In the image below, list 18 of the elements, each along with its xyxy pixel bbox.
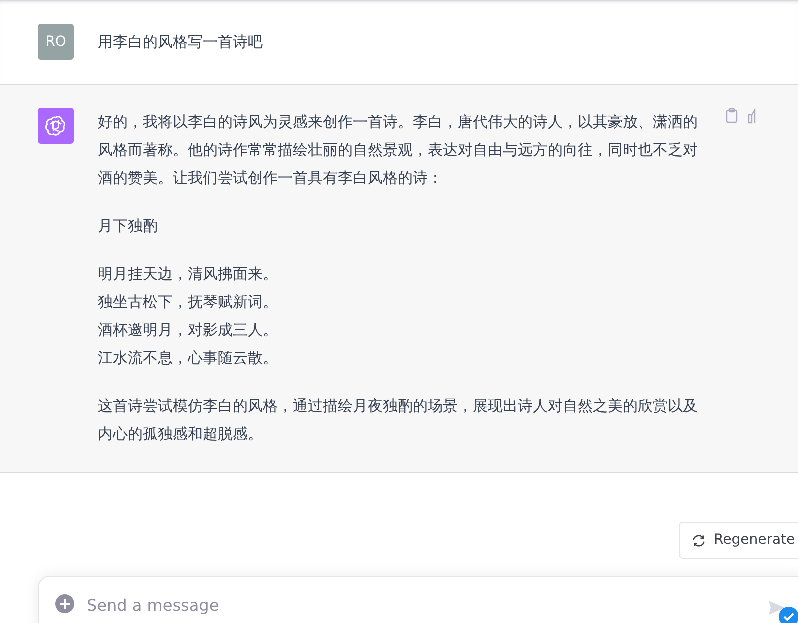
user-avatar: RO — [38, 24, 74, 60]
message-paragraph: 好的，我将以李白的诗风为灵感来创作一首诗。李白，唐代伟大的诗人，以其豪放、潇洒的风格而著称。他的诗作常常描绘壮丽的自然景观，表达对自由与远方的向往，同时也不乏对酒的赞美。让我们尝试创作一首具有李白风格的诗： — [98, 112, 699, 189]
poem-line: 独坐古松下，抚琴赋新词。 — [98, 292, 279, 313]
message-paragraph: 这首诗尝试模仿李白的风格，通过描绘月夜独酌的场景，展现出诗人对自然之美的欣赏以及内心的孤独感和超脱感。 — [98, 396, 699, 445]
refresh-icon — [692, 534, 706, 548]
poem-line: 酒杯邀明月，对影成三人。 — [98, 320, 279, 341]
message-paragraph: 月下独酌 — [98, 216, 159, 237]
message-field[interactable]: Send a message — [38, 576, 798, 623]
poem-line: 江水流不息，心事随云散。 — [98, 348, 279, 369]
send-icon[interactable] — [768, 600, 786, 616]
message-input[interactable]: Send a message — [87, 594, 587, 618]
check-badge-icon — [779, 606, 798, 623]
regenerate-button[interactable]: Regenerate — [679, 522, 798, 559]
assistant-logo-icon — [45, 115, 67, 137]
user-message: 用李白的风格写一首诗吧 — [98, 32, 264, 53]
poem-line: 明月挂天边，清风拂面来。 — [98, 264, 279, 285]
plus-icon[interactable] — [55, 594, 75, 614]
copy-icon[interactable] — [724, 108, 740, 124]
